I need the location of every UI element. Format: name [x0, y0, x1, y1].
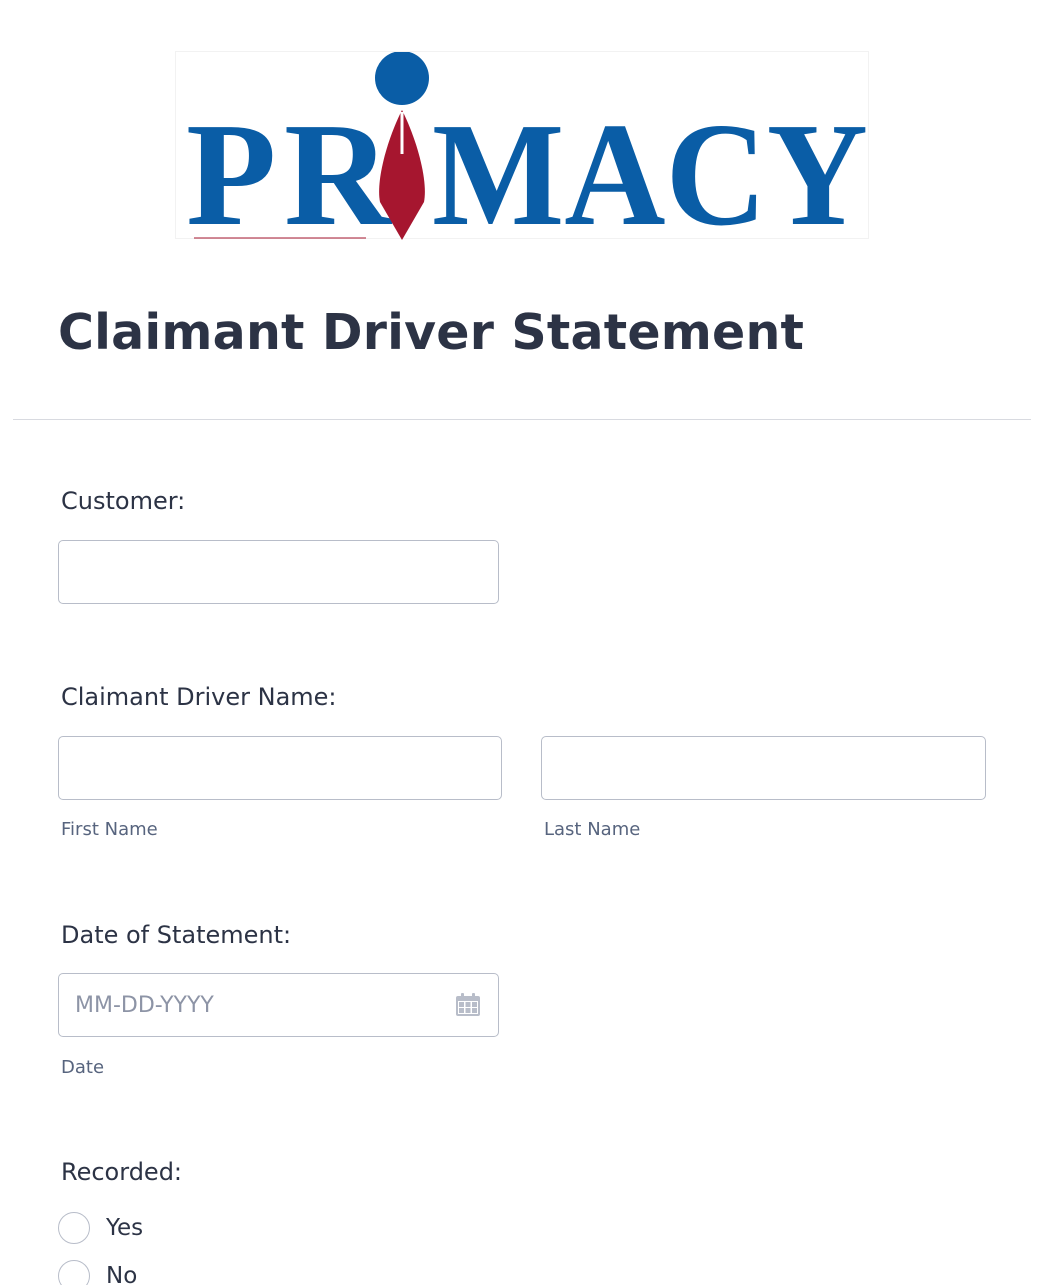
radio-label-no[interactable]: No: [106, 1263, 137, 1285]
radio-option-yes[interactable]: Yes: [58, 1211, 143, 1245]
claimant-name-label: Claimant Driver Name:: [61, 683, 337, 711]
form-title: Claimant Driver Statement: [58, 304, 805, 361]
last-name-sublabel: Last Name: [544, 819, 641, 840]
last-name-input[interactable]: [541, 736, 986, 800]
date-field: [58, 973, 499, 1037]
radio-button-no[interactable]: [58, 1260, 90, 1285]
date-input[interactable]: [58, 973, 499, 1037]
first-name-input[interactable]: [58, 736, 502, 800]
company-logo: P R MACY: [175, 51, 869, 240]
svg-text:R: R: [284, 93, 393, 240]
date-of-statement-label: Date of Statement:: [61, 921, 292, 949]
recorded-label: Recorded:: [61, 1158, 183, 1186]
svg-text:MACY: MACY: [432, 93, 868, 240]
radio-option-no[interactable]: No: [58, 1259, 137, 1285]
svg-text:P: P: [186, 93, 276, 240]
form-page: P R MACY Claimant Driver Statement Custo…: [0, 0, 1044, 1285]
date-sublabel: Date: [61, 1057, 105, 1078]
customer-label: Customer:: [61, 487, 186, 515]
header-divider: [13, 419, 1031, 420]
first-name-sublabel: First Name: [61, 819, 158, 840]
radio-button-yes[interactable]: [58, 1212, 90, 1244]
radio-label-yes[interactable]: Yes: [106, 1215, 143, 1241]
customer-input[interactable]: [58, 540, 499, 604]
calendar-icon[interactable]: [455, 993, 481, 1017]
